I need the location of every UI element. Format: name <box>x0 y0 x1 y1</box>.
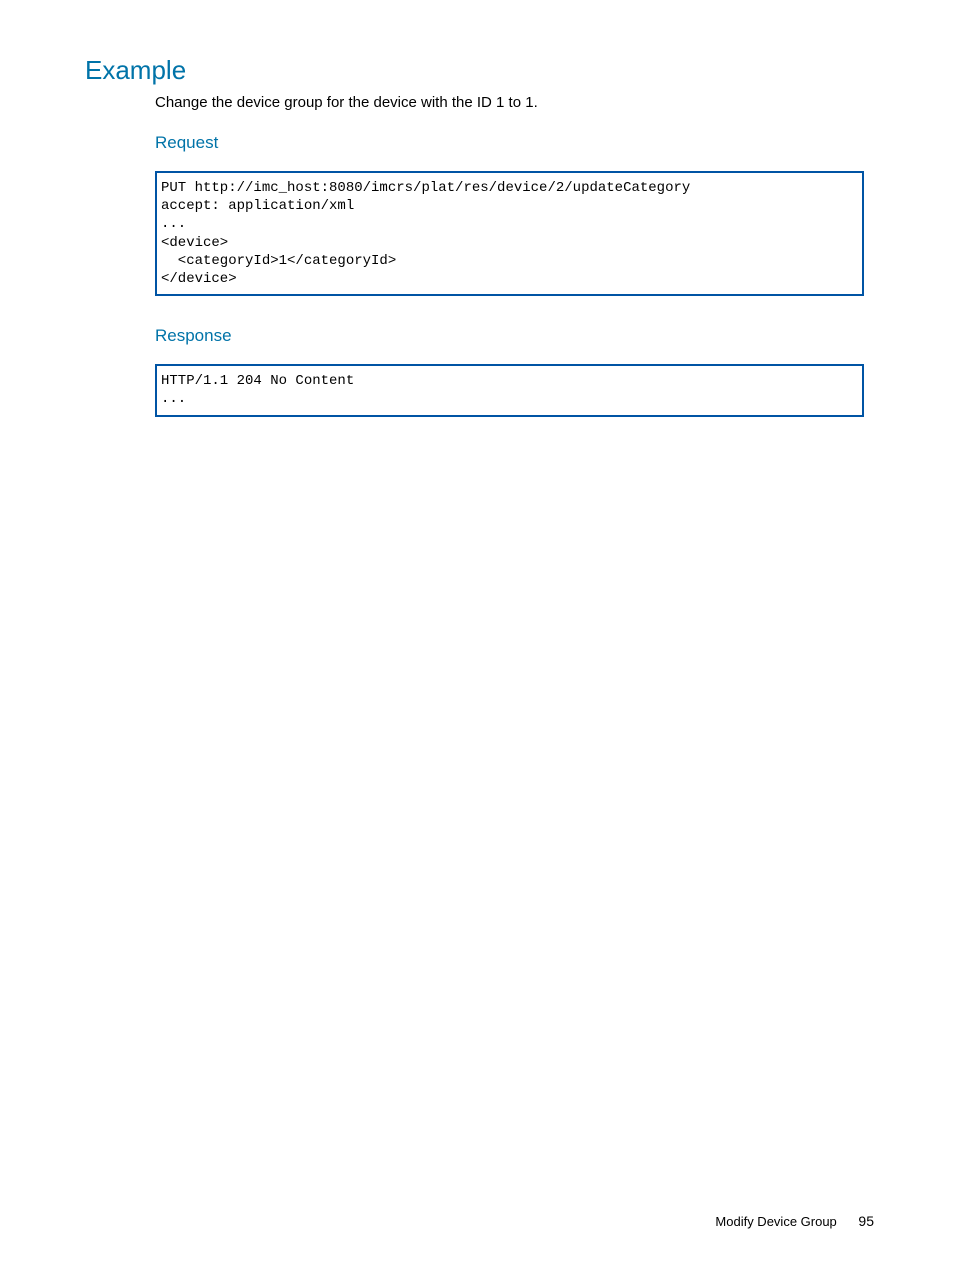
heading-example: Example <box>85 55 874 86</box>
code-block-request: PUT http://imc_host:8080/imcrs/plat/res/… <box>155 171 864 296</box>
footer-page-number: 95 <box>858 1213 874 1229</box>
intro-text: Change the device group for the device w… <box>155 94 874 111</box>
heading-request: Request <box>155 133 874 153</box>
page-content: Example Change the device group for the … <box>0 0 954 417</box>
footer-section: Modify Device Group <box>715 1214 836 1229</box>
heading-response: Response <box>155 326 874 346</box>
code-block-response: HTTP/1.1 204 No Content ... <box>155 364 864 416</box>
page-footer: Modify Device Group 95 <box>715 1213 874 1229</box>
